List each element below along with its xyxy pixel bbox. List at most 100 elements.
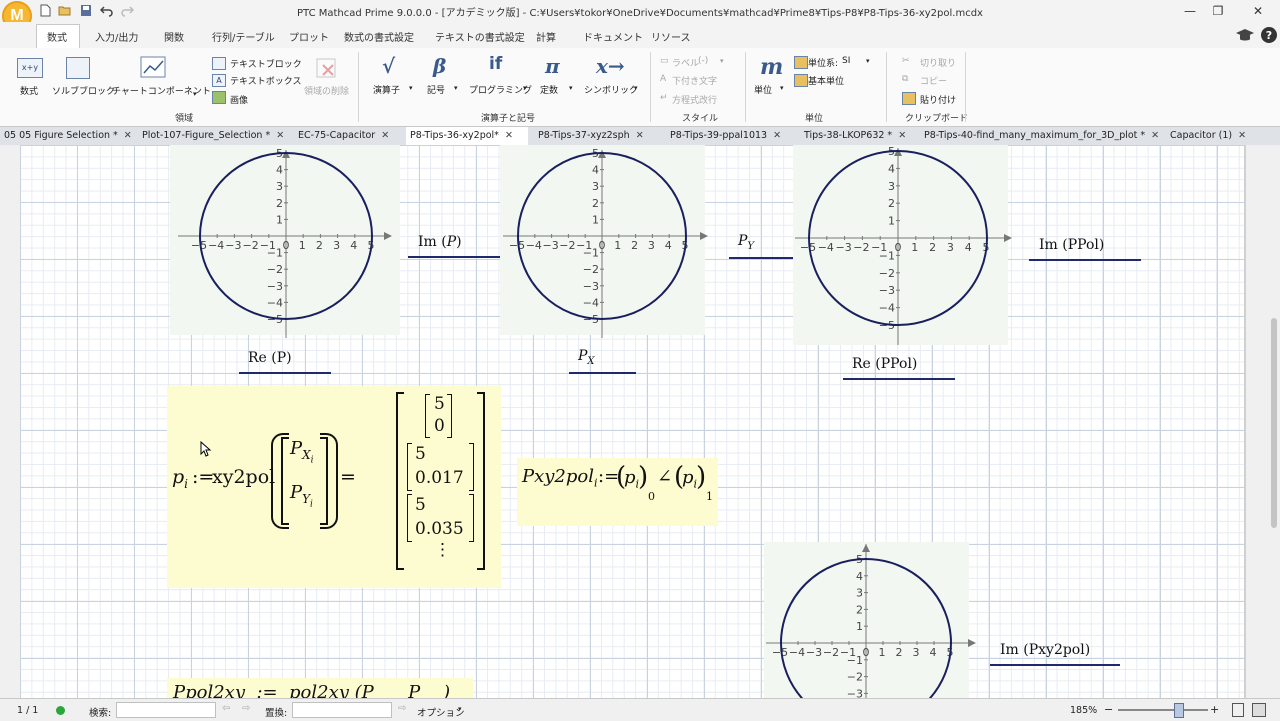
x-tick-label: −4 (526, 239, 542, 252)
math2-lhs: Pxy2poli (522, 466, 598, 490)
result-value: 5 (434, 394, 445, 414)
x-tick-label: 4 (665, 239, 672, 252)
search-label: 検索: (89, 708, 112, 719)
y-tick-label: 3 (888, 180, 895, 193)
zoom-level: 185% (1070, 705, 1098, 716)
y-tick-label: −1 (847, 654, 863, 667)
plot1-x-axis-label[interactable]: Re (P) (248, 350, 292, 366)
draft-view-icon[interactable] (1252, 703, 1266, 717)
page-indicator: 1 / 1 (17, 705, 39, 716)
cell-bracket-left (407, 443, 412, 491)
search-input[interactable] (116, 702, 216, 718)
y-tick-label: 1 (592, 213, 599, 226)
result-value: 5 (415, 444, 426, 464)
x-tick-label: −5 (772, 646, 788, 659)
y-tick-label: 2 (276, 197, 283, 210)
plot1-x-axis-underline (239, 372, 331, 374)
plot3-x-axis-label[interactable]: Re (PPol) (852, 356, 917, 372)
x-tick-label: 2 (631, 239, 638, 252)
x-tick-label: 0 (863, 646, 870, 659)
y-tick-label: 1 (856, 620, 863, 633)
result-bracket-right (477, 392, 485, 570)
cell-bracket-right (447, 394, 452, 438)
x-tick-label: 3 (648, 239, 655, 252)
plot2-y-axis-label[interactable]: PY (738, 233, 754, 252)
cell-bracket-left (407, 494, 412, 542)
math1-paren-right (320, 433, 338, 529)
zoom-in-icon[interactable]: + (1210, 703, 1219, 716)
math1-lhs: pi (172, 466, 189, 491)
plot3-y-axis-label[interactable]: Im (PPol) (1039, 237, 1104, 253)
plot2-y-axis-underline (729, 257, 793, 259)
y-tick-label: −4 (879, 302, 895, 315)
y-tick-label: 4 (888, 162, 895, 175)
zoom-out-icon[interactable]: − (1104, 703, 1113, 716)
plot2-x-axis-underline (569, 372, 636, 374)
plot3-y-axis-underline (1029, 259, 1141, 261)
math-region-ppol2xy[interactable]: Ppol2xy := pol2xy (P P ) (167, 678, 473, 698)
plot2-x-axis-label[interactable]: PX (578, 348, 595, 367)
x-tick-label: 1 (879, 646, 886, 659)
chevron-down-icon[interactable]: ▾ (458, 705, 462, 713)
x-tick-label: 0 (895, 241, 902, 254)
y-tick-label: −4 (267, 296, 283, 309)
plot4-x-arrow (968, 639, 976, 647)
x-tick-label: 1 (299, 239, 306, 252)
x-tick-label: −2 (559, 239, 575, 252)
y-tick-label: −2 (879, 267, 895, 280)
page-view-icon[interactable] (1232, 703, 1244, 717)
plot1-y-axis-label[interactable]: Im (P) (418, 234, 462, 250)
result-ellipsis: ⋮ (434, 540, 451, 560)
x-tick-label: −2 (853, 241, 869, 254)
x-tick-label: −3 (225, 239, 241, 252)
y-tick-label: 1 (276, 213, 283, 226)
math2-index-1: 1 (706, 490, 713, 503)
x-tick-label: 3 (913, 646, 920, 659)
x-tick-label: −3 (806, 646, 822, 659)
calc-status-icon (56, 706, 65, 715)
y-tick-label: −1 (583, 247, 599, 260)
y-tick-label: −3 (583, 280, 599, 293)
cell-bracket-left (425, 394, 430, 438)
result-value: 5 (415, 495, 426, 515)
y-tick-label: −2 (583, 263, 599, 276)
x-tick-label: 4 (930, 646, 937, 659)
plot4-y-arrow (862, 544, 870, 552)
x-tick-label: −4 (818, 241, 834, 254)
mouse-cursor-icon (200, 441, 212, 457)
math1-equals: = (340, 466, 356, 488)
math1-arg1: PXi (290, 438, 314, 465)
replace-input[interactable] (292, 702, 392, 718)
search-prev-icon[interactable]: ⇦ (222, 703, 230, 714)
result-cell-2: 5 0.035 (407, 494, 474, 542)
x-tick-label: 3 (947, 241, 954, 254)
plot1-x-arrow (384, 232, 392, 240)
x-tick-label: 0 (283, 239, 290, 252)
x-tick-label: 1 (911, 241, 918, 254)
y-tick-label: −4 (583, 296, 599, 309)
search-next-icon[interactable]: ⇨ (242, 703, 250, 714)
x-tick-label: −4 (208, 239, 224, 252)
y-tick-label: −1 (267, 247, 283, 260)
x-tick-label: 1 (614, 239, 621, 252)
result-value: 0.035 (415, 519, 464, 539)
plot3-x-arrow (1004, 234, 1012, 242)
y-tick-label: −2 (847, 671, 863, 684)
plot4-y-axis-label[interactable]: Im (Pxy2pol) (1000, 642, 1090, 658)
cell-bracket-right (469, 443, 474, 491)
y-tick-label: 4 (856, 570, 863, 583)
zoom-slider-thumb[interactable] (1174, 703, 1184, 718)
zoom-slider-track[interactable] (1118, 709, 1208, 711)
y-tick-label: 3 (592, 180, 599, 193)
x-tick-label: 4 (965, 241, 972, 254)
x-tick-label: −5 (509, 239, 525, 252)
math2-paren: ) (696, 462, 707, 492)
x-tick-label: −2 (823, 646, 839, 659)
replace-icon[interactable]: ⇨ (398, 703, 406, 714)
plot1-y-axis-underline (408, 256, 500, 258)
y-tick-label: −3 (847, 687, 863, 698)
y-tick-label: 3 (856, 587, 863, 600)
y-tick-label: 2 (592, 197, 599, 210)
replace-label: 置換: (265, 708, 288, 719)
y-tick-label: −2 (267, 263, 283, 276)
